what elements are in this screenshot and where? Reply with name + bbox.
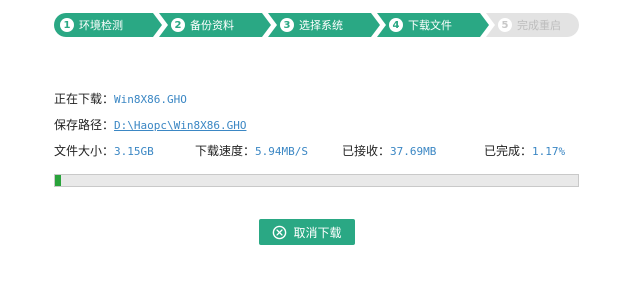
completed-field: 已完成：1.17% bbox=[484, 142, 565, 159]
cancel-download-button[interactable]: 取消下载 bbox=[259, 219, 355, 245]
downloading-file-name: Win8X86.GHO bbox=[114, 93, 187, 106]
step-2-number: 2 bbox=[171, 18, 185, 32]
downloading-label: 正在下载： bbox=[54, 92, 115, 106]
download-speed-value: 5.94MB/S bbox=[255, 145, 308, 158]
download-speed-field: 下载速度：5.94MB/S bbox=[195, 142, 308, 159]
download-speed-label: 下载速度： bbox=[195, 144, 256, 158]
step-2-label: 备份资料 bbox=[190, 19, 234, 32]
received-label: 已接收： bbox=[342, 144, 391, 158]
save-path-link[interactable]: D:\Haopc\Win8X86.GHO bbox=[114, 119, 246, 132]
received-value: 37.69MB bbox=[390, 145, 437, 158]
step-progress-bar: 1 环境检测 2 备份资料 3 选择系统 4 下载文件 5 完成重启 bbox=[54, 13, 579, 37]
step-4: 4 下载文件 bbox=[377, 13, 489, 37]
downloading-row: 正在下载：Win8X86.GHO bbox=[54, 90, 187, 107]
step-3-number: 3 bbox=[280, 18, 294, 32]
save-path-row: 保存路径：D:\Haopc\Win8X86.GHO bbox=[54, 116, 246, 133]
step-1-label: 环境检测 bbox=[79, 19, 123, 32]
step-5: 5 完成重启 bbox=[486, 13, 579, 37]
file-size-field: 文件大小：3.15GB bbox=[54, 142, 154, 159]
step-5-number: 5 bbox=[498, 18, 512, 32]
step-4-number: 4 bbox=[389, 18, 403, 32]
download-progress-bar bbox=[54, 174, 579, 187]
close-circle-icon bbox=[273, 225, 287, 239]
completed-value: 1.17% bbox=[532, 145, 566, 158]
step-5-label: 完成重启 bbox=[517, 19, 561, 32]
file-size-label: 文件大小： bbox=[54, 144, 115, 158]
download-progress-fill bbox=[55, 175, 62, 186]
step-3: 3 选择系统 bbox=[268, 13, 380, 37]
save-path-label: 保存路径： bbox=[54, 118, 115, 132]
step-1: 1 环境检测 bbox=[54, 13, 162, 37]
file-size-value: 3.15GB bbox=[114, 145, 154, 158]
step-4-label: 下载文件 bbox=[408, 19, 452, 32]
step-1-number: 1 bbox=[60, 18, 74, 32]
completed-label: 已完成： bbox=[484, 144, 533, 158]
received-field: 已接收：37.69MB bbox=[342, 142, 436, 159]
step-3-label: 选择系统 bbox=[299, 19, 343, 32]
step-2: 2 备份资料 bbox=[159, 13, 271, 37]
cancel-download-label: 取消下载 bbox=[293, 225, 342, 240]
